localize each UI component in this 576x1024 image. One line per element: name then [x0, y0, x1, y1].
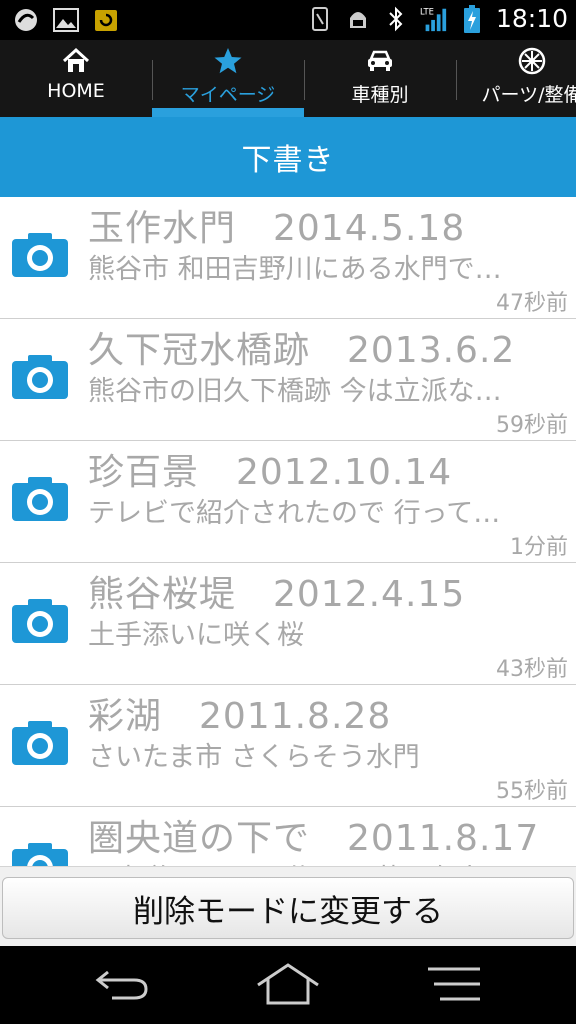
menu-button[interactable]: [422, 964, 486, 1008]
camera-icon: [12, 721, 68, 765]
draft-item[interactable]: 熊谷桜堤 2012.4.15 土手添いに咲く桜 43秒前: [0, 563, 576, 685]
back-icon: [94, 966, 150, 1006]
tab-parts[interactable]: パーツ/整備: [456, 40, 576, 117]
vibrate-icon: [306, 5, 334, 33]
draft-title: 彩湖 2011.8.28: [88, 696, 392, 737]
draft-time: 1分前: [510, 535, 568, 560]
menu-icon: [426, 966, 482, 1006]
draft-item[interactable]: 珍百景 2012.10.14 テレビで紹介されたので 行って… 1分前: [0, 441, 576, 563]
camera-icon: [12, 599, 68, 643]
draft-item[interactable]: 玉作水門 2014.5.18 熊谷市 和田吉野川にある水門で… 47秒前: [0, 197, 576, 319]
home-icon: [61, 46, 91, 76]
draft-list[interactable]: 玉作水門 2014.5.18 熊谷市 和田吉野川にある水門で… 47秒前 久下冠…: [0, 197, 576, 866]
draft-time: 47秒前: [496, 291, 568, 316]
status-bar: LTE 18:10: [0, 0, 576, 40]
tab-car-type[interactable]: 車種別: [304, 40, 456, 117]
draft-item[interactable]: 彩湖 2011.8.28 さいたま市 さくらそう水門 55秒前: [0, 685, 576, 807]
camera-icon: [12, 477, 68, 521]
tab-bar: HOME マイページ 車種別 パーツ/整備: [0, 40, 576, 117]
draft-description: テレビで紹介されたので 行って…: [88, 498, 501, 529]
draft-title: 珍百景 2012.10.14: [88, 452, 453, 493]
wheel-icon: [517, 46, 547, 76]
tab-mypage[interactable]: マイページ: [152, 40, 304, 117]
tab-mypage-label: マイページ: [180, 84, 276, 106]
app-notification-icon: [12, 6, 40, 34]
draft-description: 熊谷市の旧久下橋跡 今は立派な…: [88, 376, 502, 407]
draft-item[interactable]: 圏央道の下で 2011.8.17 圏央道の下で… 休み… 荒川左岸: [0, 807, 576, 866]
draft-time: 55秒前: [496, 779, 568, 804]
draft-title: 玉作水門 2014.5.18: [88, 208, 466, 249]
network-type-label: LTE: [420, 6, 434, 16]
draft-title: 熊谷桜堤 2012.4.15: [88, 574, 466, 615]
camera-icon: [12, 355, 68, 399]
draft-item[interactable]: 久下冠水橋跡 2013.6.2 熊谷市の旧久下橋跡 今は立派な… 59秒前: [0, 319, 576, 441]
system-icons: LTE 18:10: [306, 4, 568, 33]
page-title: 下書き: [241, 143, 335, 178]
draft-description: 圏央道の下で… 休み… 荒川左岸: [88, 857, 558, 866]
navigation-bar: [0, 946, 576, 1024]
clock: 18:10: [495, 4, 568, 33]
home-nav-button[interactable]: [256, 963, 320, 1009]
battery-charging-icon: [458, 4, 486, 33]
footer-area: 削除モードに変更する: [0, 866, 576, 946]
signal-icon: LTE: [420, 5, 448, 33]
draft-time: 43秒前: [496, 657, 568, 682]
draft-description: 熊谷市 和田吉野川にある水門で…: [88, 254, 502, 285]
bluetooth-icon: [382, 5, 410, 33]
tab-parts-label: パーツ/整備: [481, 84, 576, 106]
home-nav-icon: [256, 963, 320, 1009]
tab-home-label: HOME: [47, 80, 105, 102]
draft-title: 圏央道の下で 2011.8.17: [88, 818, 540, 859]
tab-car-type-label: 車種別: [351, 84, 409, 106]
image-icon: [52, 6, 80, 34]
notification-icons: [12, 6, 120, 34]
camera-icon: [12, 233, 68, 277]
draft-description: 土手添いに咲く桜: [88, 620, 304, 651]
camera-icon: [12, 843, 68, 866]
draft-time: 59秒前: [496, 413, 568, 438]
tab-home[interactable]: HOME: [0, 40, 152, 117]
page-header: 下書き: [0, 117, 576, 197]
car-icon: [365, 46, 395, 76]
draft-description: さいたま市 さくらそう水門: [88, 742, 420, 773]
draft-title: 久下冠水橋跡 2013.6.2: [88, 330, 516, 371]
star-icon: [213, 46, 243, 76]
delete-mode-button[interactable]: 削除モードに変更する: [2, 877, 574, 939]
back-button[interactable]: [90, 964, 154, 1008]
update-icon: [92, 6, 120, 34]
mode-icon: [344, 5, 372, 33]
